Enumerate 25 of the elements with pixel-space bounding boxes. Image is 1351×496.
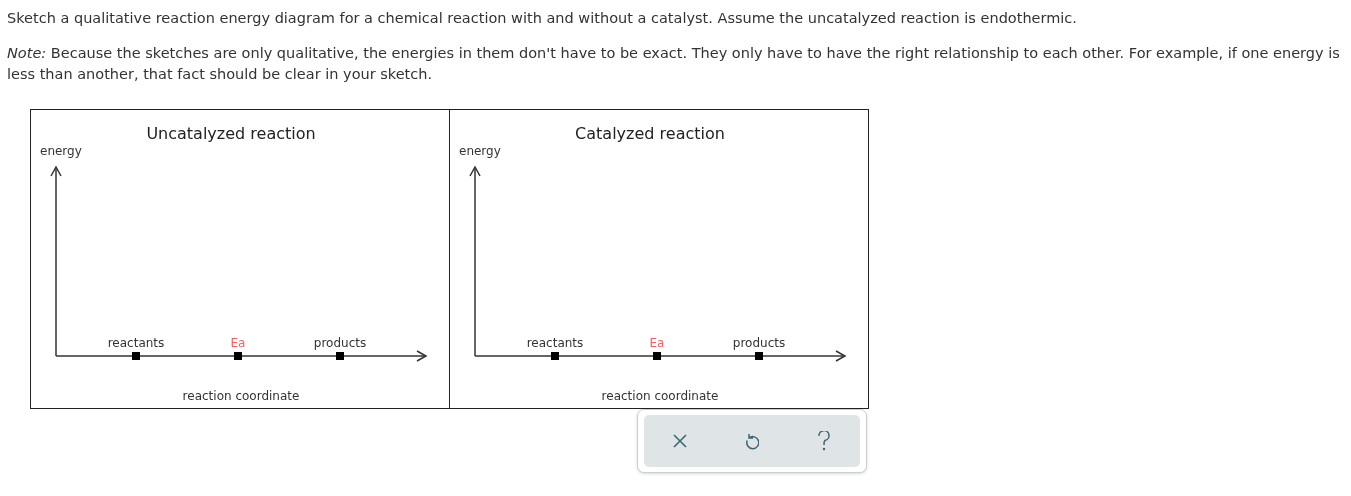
tick-label: products xyxy=(313,336,367,350)
tick-label: Ea xyxy=(230,336,246,350)
tick-marker[interactable] xyxy=(132,352,140,360)
panel-title: Uncatalyzed reaction xyxy=(146,124,316,143)
tick-label: products xyxy=(732,336,786,350)
tick-label: reactants xyxy=(526,336,584,350)
close-icon xyxy=(673,434,687,448)
help-icon xyxy=(818,431,830,451)
tick-label: Ea xyxy=(649,336,665,350)
y-axis-label: energy xyxy=(459,144,501,158)
x-axis-label: reaction coordinate xyxy=(182,389,300,403)
tick-marker[interactable] xyxy=(234,352,242,360)
note-text: Note: Because the sketches are only qualitative, the energies in them don't have to be exact. They only have to have the right relationship to each other. For example, if one energy is less than another, that fact should be clear in your sketch. xyxy=(7,44,1341,84)
undo-icon xyxy=(745,432,759,450)
tick-marker[interactable] xyxy=(336,352,344,360)
tick-marker[interactable] xyxy=(755,352,763,360)
x-axis-label: reaction coordinate xyxy=(601,389,719,403)
clear-button[interactable] xyxy=(644,415,716,467)
panel-title: Catalyzed reaction xyxy=(575,124,725,143)
y-axis-label: energy xyxy=(40,144,82,158)
tick-label: reactants xyxy=(107,336,165,350)
question-text: Sketch a qualitative reaction energy diagram for a chemical reaction with and without a catalyst. Assume the uncatalyzed reaction is endothermic. xyxy=(7,9,1078,28)
tick-marker[interactable] xyxy=(653,352,661,360)
tick-marker[interactable] xyxy=(551,352,559,360)
help-button[interactable] xyxy=(788,415,860,467)
